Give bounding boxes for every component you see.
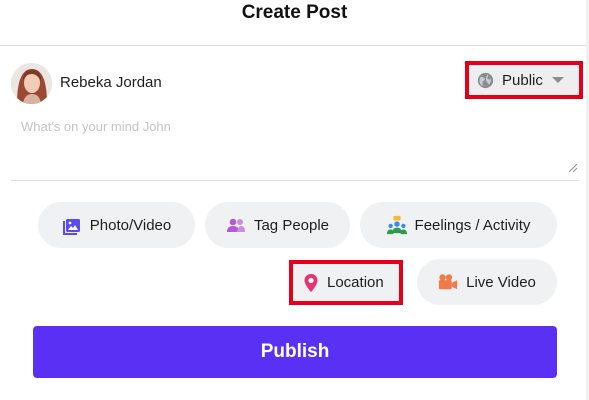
publish-button[interactable]: Publish [33, 326, 557, 378]
location-button[interactable]: Location [293, 264, 399, 301]
page-title: Create Post [241, 2, 348, 23]
location-label: Location [327, 274, 384, 291]
avatar-image [11, 62, 52, 104]
post-text-input[interactable] [11, 113, 579, 175]
feelings-activity-button[interactable]: Feelings / Activity [360, 202, 557, 248]
feelings-activity-label: Feelings / Activity [414, 216, 531, 234]
privacy-dropdown[interactable]: Public [469, 65, 579, 95]
user-name: Rebeka Jordan [60, 74, 162, 91]
caret-down-icon [551, 77, 564, 83]
live-video-icon [439, 274, 458, 290]
tag-people-button[interactable]: Tag People [205, 202, 350, 248]
photo-video-icon [62, 219, 80, 235]
tag-people-label: Tag People [253, 216, 330, 234]
tag-people-icon [226, 218, 245, 232]
user-avatar [11, 62, 52, 104]
header-divider [0, 45, 589, 46]
composer-divider [11, 180, 579, 181]
feelings-activity-icon [386, 215, 407, 235]
resize-grip-icon[interactable] [566, 161, 578, 173]
photo-video-button[interactable]: Photo/Video [38, 202, 195, 248]
live-video-button[interactable]: Live Video [417, 259, 557, 305]
location-pin-icon [304, 273, 318, 292]
privacy-label: Public [502, 71, 543, 89]
photo-video-label: Photo/Video [89, 216, 172, 234]
globe-icon [477, 72, 494, 88]
live-video-label: Live Video [466, 273, 536, 291]
